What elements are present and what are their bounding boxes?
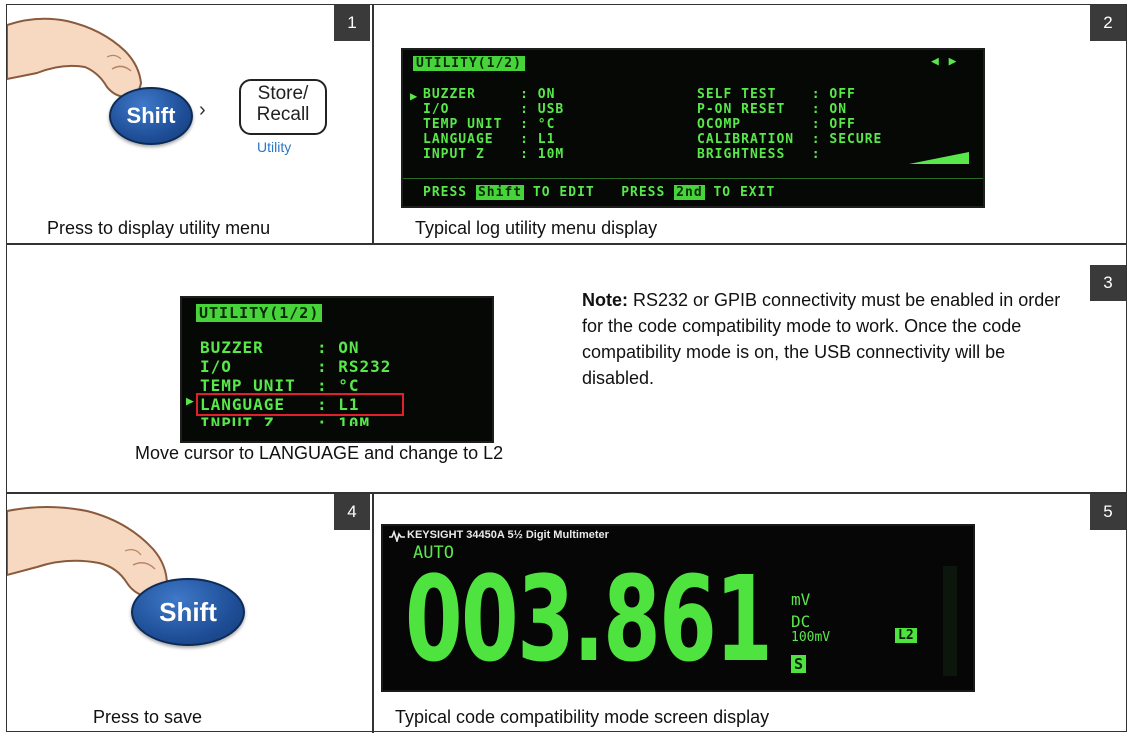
row-io: I/O : RS232	[200, 357, 392, 376]
footer-shift-tag: Shift	[475, 185, 525, 200]
unit-label: mV	[791, 590, 811, 609]
shift-key-button[interactable]: Shift	[109, 87, 193, 145]
main-reading: 003.861	[405, 550, 773, 688]
footer-text-3: TO EXIT	[704, 185, 776, 200]
multimeter-screen: KEYSIGHT 34450A 5½ Digit Multimeter AUTO…	[381, 524, 975, 692]
footer-2nd-tag: 2nd	[674, 185, 705, 200]
row-divider-1	[7, 243, 1126, 245]
row-buzzer: BUZZER : ON	[423, 87, 556, 102]
row-temp-unit: TEMP UNIT : °C	[423, 117, 556, 132]
language-highlight-box	[196, 393, 404, 416]
row-io: I/O : USB	[423, 102, 565, 117]
caption-2: Typical log utility menu display	[415, 218, 658, 238]
page-arrows-icon: ◀ ▶	[931, 54, 958, 69]
row-ocomp: OCOMP : OFF	[697, 117, 856, 132]
store-key-label-2: Recall	[256, 104, 310, 125]
store-recall-key-button[interactable]: Store/ Recall	[239, 79, 327, 135]
note-label: Note:	[582, 290, 628, 310]
row-divider-2	[7, 492, 1126, 494]
caption-3: Move cursor to LANGUAGE and change to L2	[135, 443, 504, 463]
chevron-right-icon: ›	[199, 99, 206, 121]
language-l2-indicator: L2	[895, 628, 917, 643]
row-self-test: SELF TEST : OFF	[697, 87, 856, 102]
col-divider-top	[372, 5, 374, 243]
col-divider-bottom	[372, 493, 374, 733]
caption-1: Press to display utility menu	[47, 218, 271, 238]
step-badge-5: 5	[1090, 494, 1126, 530]
caption-5: Typical code compatibility mode screen d…	[395, 707, 770, 727]
step-badge-2: 2	[1090, 5, 1126, 41]
note-text: RS232 or GPIB connectivity must be enabl…	[582, 290, 1061, 388]
brightness-bar	[909, 152, 969, 164]
shift-key-button[interactable]: Shift	[131, 578, 245, 646]
utility-footer: PRESS Shift TO EDIT PRESS 2nd TO EXIT	[423, 185, 775, 200]
row-calibration: CALIBRATION : SECURE	[697, 132, 883, 147]
footer-text-2: TO EDIT PRESS	[524, 185, 675, 200]
compatibility-note: Note: RS232 or GPIB connectivity must be…	[582, 287, 1062, 391]
row-buzzer: BUZZER : ON	[200, 338, 360, 357]
instrument-brand: KEYSIGHT 34450A 5½ Digit Multimeter	[407, 529, 609, 541]
bargraph-area	[943, 566, 957, 676]
row-brightness: BRIGHTNESS :	[697, 147, 821, 162]
cursor-icon: ▶	[186, 394, 194, 409]
row-pon-reset: P-ON RESET : ON	[697, 102, 848, 117]
keysight-logo-icon	[389, 530, 405, 542]
store-key-label-1: Store/	[257, 83, 309, 104]
utility-menu-screen: UTILITY(1/2) ◀ ▶ ▶ BUZZER : ON I/O : USB…	[401, 48, 985, 208]
step-badge-4: 4	[334, 494, 370, 530]
row-input-z: INPUT Z : 10M	[423, 147, 565, 162]
language-menu-screen: UTILITY(1/2) ▶ BUZZER : ON I/O : RS232 T…	[180, 296, 494, 443]
caption-4: Press to save	[93, 707, 203, 727]
function-label: DC	[791, 612, 811, 631]
range-label: 100mV	[791, 630, 831, 645]
step-badge-3: 3	[1090, 265, 1126, 301]
utility-label: Utility	[257, 139, 292, 155]
cursor-icon: ▶	[410, 89, 418, 103]
footer-text-1: PRESS	[423, 185, 476, 200]
instruction-table: 1 Shift › Store/ Recall Utility Press to…	[6, 4, 1127, 733]
row-language: LANGUAGE : L1	[423, 132, 556, 147]
utility-header: UTILITY(1/2)	[413, 56, 525, 71]
utility-left-column: BUZZER : ON I/O : USB TEMP UNIT : °C LAN…	[423, 87, 564, 162]
utility-right-column: SELF TEST : OFF P-ON RESET : ON OCOMP : …	[697, 87, 882, 162]
s-indicator: S	[791, 655, 807, 673]
language-screen-header: UTILITY(1/2)	[196, 304, 323, 322]
footer-divider	[403, 178, 983, 179]
step-badge-1: 1	[334, 5, 370, 41]
